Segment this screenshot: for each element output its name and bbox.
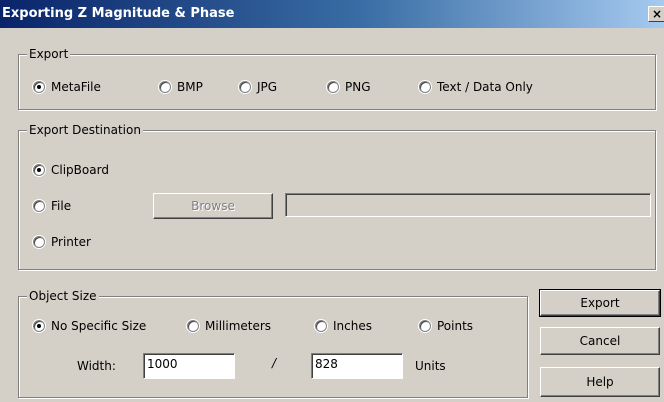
radio-printer[interactable]: Printer bbox=[33, 235, 91, 249]
export-format-group: Export MetaFile BMP JPG PNG Text / Data … bbox=[18, 47, 656, 110]
browse-button[interactable]: Browse bbox=[153, 193, 273, 219]
radio-label: ClipBoard bbox=[51, 163, 109, 177]
radio-button-icon bbox=[33, 81, 45, 93]
width-input[interactable]: 1000 bbox=[143, 353, 235, 379]
window-title: Exporting Z Magnitude & Phase bbox=[2, 6, 235, 21]
radio-label: Millimeters bbox=[205, 319, 272, 333]
export-format-legend: Export bbox=[27, 47, 71, 61]
radio-points[interactable]: Points bbox=[419, 319, 473, 333]
radio-label: MetaFile bbox=[51, 80, 101, 94]
radio-no-specific-size[interactable]: No Specific Size bbox=[33, 319, 146, 333]
radio-text-data-only[interactable]: Text / Data Only bbox=[419, 80, 533, 94]
radio-button-icon bbox=[239, 81, 251, 93]
height-input[interactable]: 828 bbox=[311, 353, 403, 379]
radio-button-icon bbox=[187, 320, 199, 332]
radio-file[interactable]: File bbox=[33, 199, 71, 213]
object-size-legend: Object Size bbox=[27, 289, 99, 303]
close-icon: × bbox=[651, 7, 663, 21]
radio-millimeters[interactable]: Millimeters bbox=[187, 319, 271, 333]
width-label: Width: bbox=[77, 359, 116, 373]
radio-bmp[interactable]: BMP bbox=[159, 80, 203, 94]
radio-label: BMP bbox=[177, 80, 203, 94]
radio-label: Text / Data Only bbox=[437, 80, 533, 94]
object-size-group: Object Size No Specific Size Millimeters… bbox=[18, 289, 528, 398]
radio-clipboard[interactable]: ClipBoard bbox=[33, 163, 109, 177]
radio-png[interactable]: PNG bbox=[327, 80, 371, 94]
help-label: Help bbox=[586, 375, 614, 389]
export-label: Export bbox=[580, 296, 620, 310]
radio-button-icon bbox=[327, 81, 339, 93]
radio-metafile[interactable]: MetaFile bbox=[33, 80, 101, 94]
radio-label: Points bbox=[437, 319, 474, 333]
radio-button-icon bbox=[33, 200, 45, 212]
size-separator: / bbox=[272, 356, 277, 370]
radio-label: PNG bbox=[345, 80, 371, 94]
radio-button-icon bbox=[315, 320, 327, 332]
radio-label: File bbox=[51, 199, 72, 213]
radio-label: JPG bbox=[257, 80, 278, 94]
radio-jpg[interactable]: JPG bbox=[239, 80, 277, 94]
export-button[interactable]: Export bbox=[539, 289, 661, 317]
export-destination-group: Export Destination ClipBoard File Printe… bbox=[18, 123, 656, 270]
radio-inches[interactable]: Inches bbox=[315, 319, 372, 333]
radio-button-icon bbox=[33, 236, 45, 248]
units-label: Units bbox=[415, 359, 446, 373]
radio-button-icon bbox=[33, 320, 45, 332]
radio-label: No Specific Size bbox=[51, 319, 147, 333]
browse-label: Browse bbox=[191, 199, 235, 213]
close-button[interactable]: × bbox=[648, 6, 664, 22]
height-value: 828 bbox=[315, 357, 338, 371]
cancel-button[interactable]: Cancel bbox=[540, 327, 660, 355]
title-bar[interactable]: Exporting Z Magnitude & Phase × bbox=[0, 0, 664, 28]
file-path-field[interactable] bbox=[285, 193, 651, 217]
cancel-label: Cancel bbox=[579, 334, 621, 348]
width-value: 1000 bbox=[147, 357, 178, 371]
help-button[interactable]: Help bbox=[540, 367, 660, 397]
radio-label: Inches bbox=[333, 319, 372, 333]
radio-button-icon bbox=[33, 164, 45, 176]
export-destination-legend: Export Destination bbox=[27, 123, 143, 137]
radio-label: Printer bbox=[51, 235, 91, 249]
radio-button-icon bbox=[419, 81, 431, 93]
radio-button-icon bbox=[159, 81, 171, 93]
radio-button-icon bbox=[419, 320, 431, 332]
